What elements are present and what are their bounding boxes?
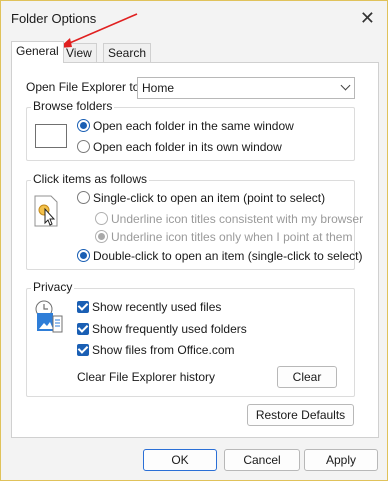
clear-history-label: Clear File Explorer history — [77, 370, 216, 384]
open-explorer-value: Home — [142, 81, 175, 95]
checkbox-checked[interactable] — [77, 300, 89, 313]
radio-unselected[interactable] — [77, 140, 90, 154]
clear-history-button[interactable]: Clear — [277, 366, 337, 388]
show-recent-files-checkbox[interactable]: Show recently used files — [77, 300, 221, 314]
apply-button[interactable]: Apply — [304, 449, 378, 471]
checkbox-checked[interactable] — [77, 322, 89, 335]
click-items-group: Click items as follows Single-click to o… — [26, 172, 363, 270]
browse-own-window-option[interactable]: Open each folder in its own window — [77, 140, 282, 154]
double-click-option[interactable]: Double-click to open an item (single-cli… — [77, 249, 362, 263]
cancel-button[interactable]: Cancel — [224, 449, 300, 471]
general-panel: Open File Explorer to: Home Browse folde… — [11, 62, 379, 438]
radio-unselected[interactable] — [77, 191, 90, 205]
recent-files-icon — [33, 299, 65, 338]
checkbox-checked[interactable] — [77, 343, 89, 356]
pointer-click-icon — [33, 195, 59, 230]
open-explorer-select[interactable]: Home — [137, 77, 355, 99]
browse-folders-title: Browse folders — [31, 99, 115, 113]
radio-disabled-selected — [95, 230, 108, 244]
show-frequent-folders-checkbox[interactable]: Show frequently used folders — [77, 322, 247, 336]
folder-options-window: Folder Options ✕ General View Search Ope… — [0, 0, 388, 481]
underline-point-option: Underline icon titles only when I point … — [95, 230, 352, 244]
chevron-down-icon — [340, 80, 351, 91]
browse-folders-group: Browse folders Open each folder in the s… — [26, 99, 355, 161]
open-explorer-label: Open File Explorer to: — [26, 80, 143, 94]
show-office-files-checkbox[interactable]: Show files from Office.com — [77, 343, 235, 357]
click-items-title: Click items as follows — [31, 172, 150, 186]
tab-general[interactable]: General — [11, 41, 64, 63]
privacy-title: Privacy — [31, 280, 75, 294]
radio-selected[interactable] — [77, 119, 90, 133]
browse-same-window-option[interactable]: Open each folder in the same window — [77, 119, 294, 133]
restore-defaults-button[interactable]: Restore Defaults — [247, 404, 354, 426]
radio-disabled — [95, 212, 108, 226]
single-click-option[interactable]: Single-click to open an item (point to s… — [77, 191, 325, 205]
folder-window-icon — [35, 124, 67, 151]
radio-selected[interactable] — [77, 249, 90, 263]
privacy-group: Privacy Show recently used files Show fr… — [26, 280, 355, 397]
ok-button[interactable]: OK — [143, 449, 217, 471]
underline-consistent-option: Underline icon titles consistent with my… — [95, 212, 363, 226]
